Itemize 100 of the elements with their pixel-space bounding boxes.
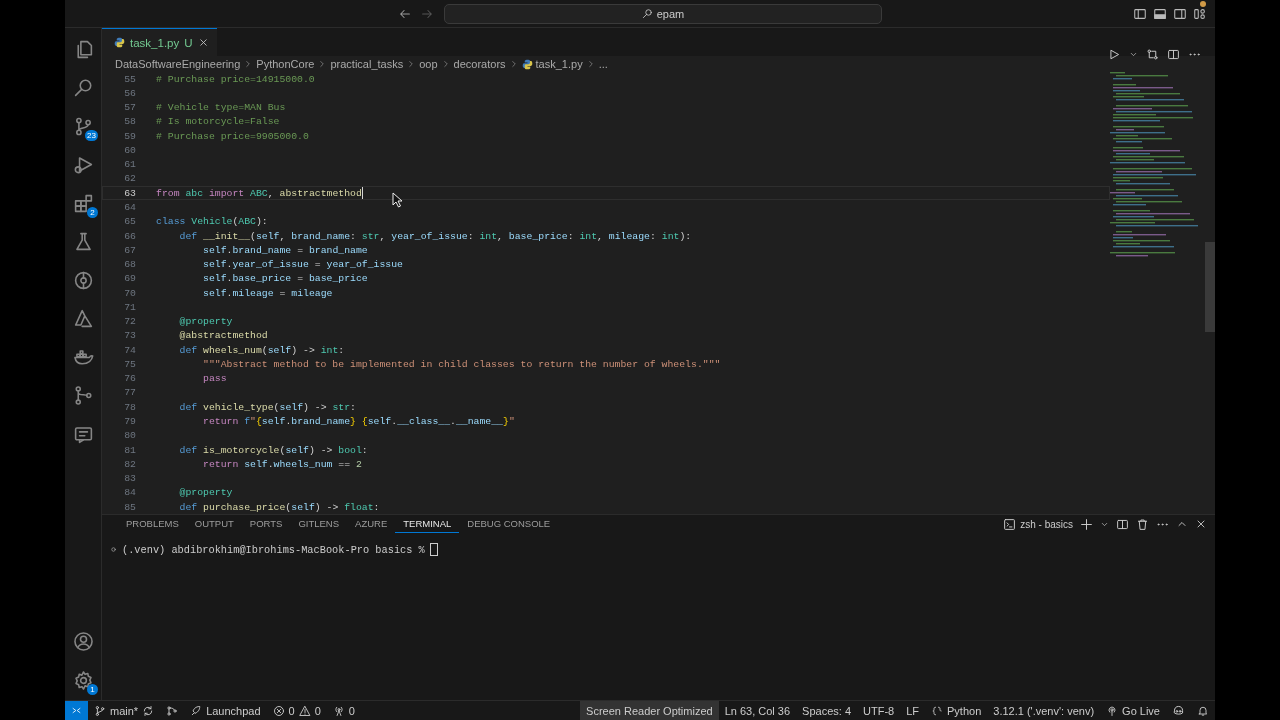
azure-icon[interactable] xyxy=(72,308,94,329)
run-debug-icon[interactable] xyxy=(72,154,94,175)
line-number: 72 xyxy=(123,316,136,328)
sidebar-toggle-icon[interactable] xyxy=(1133,6,1147,21)
sync-icon[interactable] xyxy=(142,704,155,717)
status-item[interactable]: Screen Reader Optimized xyxy=(580,700,719,720)
code-line: # Purchase price=14915000.0 xyxy=(156,73,315,85)
close-icon[interactable] xyxy=(1195,518,1207,530)
branch-icon[interactable] xyxy=(94,704,106,717)
line-number: 70 xyxy=(123,287,136,299)
status-item[interactable]: UTF-8 xyxy=(857,700,901,720)
breadcrumb-item[interactable]: practical_tasks xyxy=(330,58,404,70)
breadcrumb-more[interactable]: ... xyxy=(598,58,608,70)
line-number: 76 xyxy=(123,373,136,385)
line-number: 79 xyxy=(123,416,136,427)
line-number: 65 xyxy=(123,216,136,228)
warning-icon[interactable] xyxy=(298,704,311,717)
breadcrumb-item[interactable]: oop xyxy=(419,58,438,70)
terminal-cursor xyxy=(429,543,438,556)
code-line: def purchase_price(self) -> float: xyxy=(178,501,380,513)
panel-tab[interactable]: PROBLEMS xyxy=(118,515,187,533)
count-badge: 1 xyxy=(87,684,98,695)
terminal-name[interactable]: zsh - basics xyxy=(1020,518,1073,530)
status-item[interactable]: Spaces: 4 xyxy=(796,700,857,720)
python-file-icon xyxy=(114,37,125,48)
code-line: return self.wheels_num == 2 xyxy=(202,458,362,470)
panel-tab[interactable]: PORTS xyxy=(241,515,291,533)
remote-button[interactable] xyxy=(65,700,88,720)
bell-icon[interactable] xyxy=(1197,704,1209,717)
line-number: 62 xyxy=(123,173,136,185)
terminal-prompt: (.venv) abdibrokhim@Ibrohims-MacBook-Pro basics % xyxy=(122,543,425,556)
panel-tab[interactable]: DEBUG CONSOLE xyxy=(459,515,559,533)
code-line: def __init__(self, brand_name: str, year_of_issue: int, base_price: int, mileage: int): xyxy=(178,230,692,242)
split-terminal-icon[interactable] xyxy=(1116,517,1129,531)
branch-name[interactable]: main* xyxy=(110,704,139,717)
line-number: 71 xyxy=(123,301,136,313)
search-icon xyxy=(641,8,653,19)
panel-toggle-icon[interactable] xyxy=(1153,6,1167,21)
count-badge: 2 xyxy=(87,207,98,218)
breadcrumb-item[interactable]: PythonCore xyxy=(256,58,315,70)
error-icon[interactable] xyxy=(272,704,285,717)
settings-icon[interactable] xyxy=(72,669,94,691)
line-number: 64 xyxy=(123,202,136,213)
terminal-icon[interactable] xyxy=(1003,517,1017,531)
code-line: self.mileage = mileage xyxy=(202,287,333,299)
line-number: 84 xyxy=(123,487,136,499)
trash-icon[interactable] xyxy=(1136,517,1149,531)
status-item[interactable]: 3.12.1 ('.venv': venv) xyxy=(987,700,1101,720)
compare-changes-icon[interactable] xyxy=(1146,48,1159,61)
status-item[interactable]: LF xyxy=(900,700,925,720)
rocket-icon[interactable] xyxy=(190,704,203,717)
panel-tab[interactable]: GITLENS xyxy=(290,515,348,533)
panel-tab[interactable]: AZURE xyxy=(347,515,396,533)
code-line: class Vehicle(ABC): xyxy=(156,216,268,228)
broadcast-icon[interactable] xyxy=(1106,704,1119,717)
line-number: 85 xyxy=(123,501,136,513)
line-number: 68 xyxy=(123,259,136,271)
gitlens-icon[interactable] xyxy=(72,269,94,291)
breadcrumb-item[interactable]: DataSoftwareEngineering xyxy=(115,58,241,70)
code-line: @abstractmethod xyxy=(178,330,268,342)
line-number: 75 xyxy=(123,358,136,370)
graph-icon[interactable] xyxy=(166,704,179,717)
copilot-icon[interactable] xyxy=(1172,704,1185,717)
line-number: 80 xyxy=(123,430,136,442)
antenna-icon[interactable] xyxy=(332,704,345,717)
braces-icon[interactable] xyxy=(931,704,943,717)
scrollbar-thumb[interactable] xyxy=(1205,242,1215,332)
line-number: 81 xyxy=(123,444,136,456)
split-editor-icon[interactable] xyxy=(1167,48,1180,61)
language-label[interactable]: Python xyxy=(947,704,982,717)
layout-icon[interactable] xyxy=(1193,6,1207,21)
launchpad-label[interactable]: Launchpad xyxy=(206,704,261,717)
panel-tab[interactable]: TERMINAL xyxy=(395,515,460,533)
code-line: @property xyxy=(178,316,233,328)
line-number: 55 xyxy=(123,73,136,85)
ports-count[interactable]: 0 xyxy=(348,704,355,717)
code-line: self.brand_name = brand_name xyxy=(202,244,368,256)
search-icon[interactable] xyxy=(72,77,94,98)
mouse-pointer-icon xyxy=(392,192,403,209)
go-live-label[interactable]: Go Live xyxy=(1122,704,1160,717)
account-icon[interactable] xyxy=(72,631,94,652)
breadcrumb-item[interactable]: task_1.py xyxy=(535,58,583,70)
editor-tab[interactable]: task_1.py U xyxy=(102,28,217,56)
plus-icon[interactable] xyxy=(1080,517,1093,531)
code-line: self.year_of_issue = year_of_issue xyxy=(202,259,403,271)
panel-tab[interactable]: OUTPUT xyxy=(186,515,242,533)
error-count[interactable]: 0 xyxy=(288,704,295,717)
extensions-icon[interactable] xyxy=(72,192,94,214)
code-line: @property xyxy=(178,487,233,499)
code-line: """Abstract method to be implemented in child classes to return the number of wheels.""" xyxy=(202,358,721,370)
status-item[interactable]: Ln 63, Col 36 xyxy=(718,700,797,720)
run-icon[interactable] xyxy=(1108,48,1121,61)
code-line: # Purchase price=9905000.0 xyxy=(156,130,309,142)
python-file-icon xyxy=(521,58,533,70)
command-center-search[interactable]: epam xyxy=(444,3,882,24)
breadcrumb-item[interactable]: decorators xyxy=(453,58,506,70)
close-icon[interactable] xyxy=(197,37,209,48)
secondary-sidebar-icon[interactable] xyxy=(1173,6,1187,21)
warning-count[interactable]: 0 xyxy=(314,704,321,717)
chevron-down-icon[interactable] xyxy=(1129,50,1138,59)
